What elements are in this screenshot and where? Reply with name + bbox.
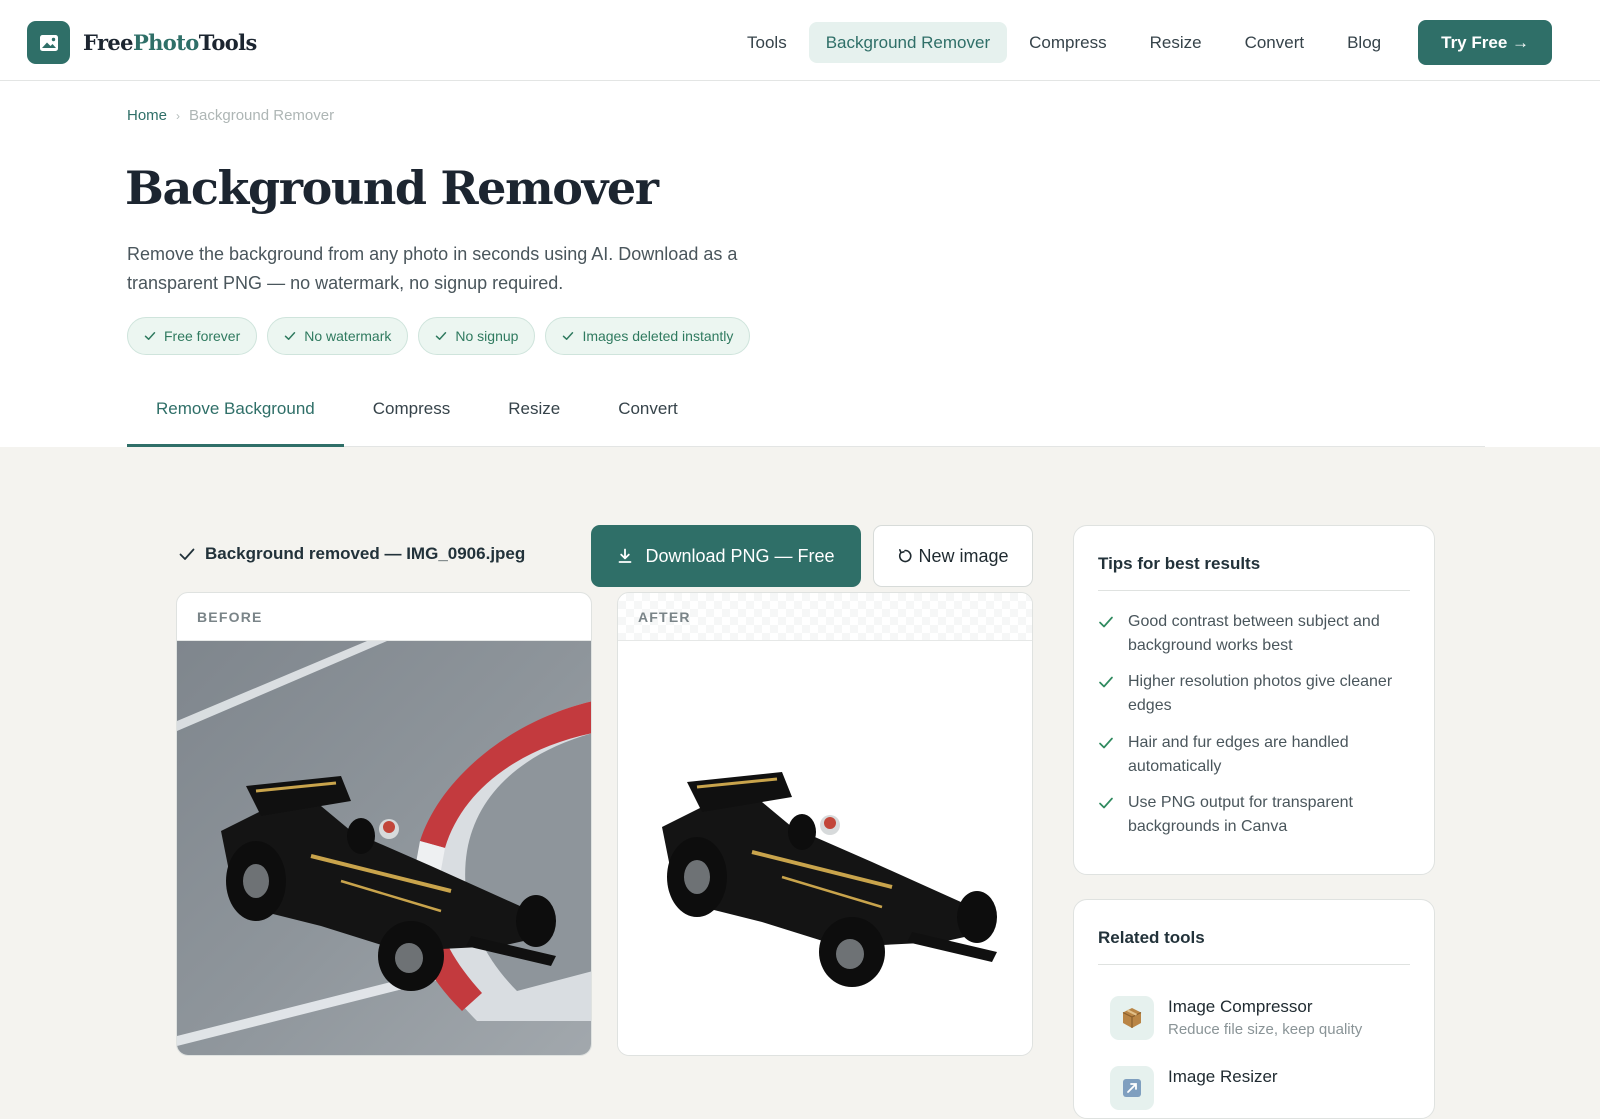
tips-title: Tips for best results (1098, 554, 1261, 573)
check-icon (179, 548, 195, 560)
nav-convert[interactable]: Convert (1224, 22, 1326, 63)
badge-label: No watermark (304, 328, 392, 344)
after-panel: AFTER (617, 592, 1033, 1056)
badge-no-signup: No signup (418, 317, 536, 355)
hero-section: Home › Background Remover Background Rem… (0, 81, 1600, 447)
check-icon (1099, 797, 1113, 809)
logo-wordmark: FreePhotoTools (83, 30, 257, 55)
nav-compress[interactable]: Compress (1008, 22, 1127, 63)
site-logo[interactable]: FreePhotoTools (27, 21, 257, 64)
page-title: Background Remover (125, 161, 659, 215)
related-tool-name: Image Compressor (1168, 997, 1313, 1016)
main-nav: Tools Background Remover Compress Resize… (725, 20, 1552, 65)
after-label: AFTER (618, 593, 1032, 641)
nav-blog[interactable]: Blog (1326, 22, 1402, 63)
nav-tools[interactable]: Tools (726, 22, 808, 63)
check-icon (144, 332, 156, 340)
check-icon (563, 332, 574, 340)
related-tools-card: Related tools Image Compressor Reduce fi… (1073, 899, 1435, 1119)
status-text: Background removed — IMG_0906.jpeg (205, 544, 526, 563)
tab-compress[interactable]: Compress (344, 383, 479, 447)
refresh-icon (899, 549, 912, 563)
nav-background-remover[interactable]: Background Remover (808, 22, 1008, 63)
site-header: FreePhotoTools Tools Background Remover … (0, 0, 1600, 81)
after-image (618, 641, 1032, 1055)
tip-item: Hair and fur edges are handled automatic… (1098, 731, 1418, 779)
feature-badges: Free forever No watermark No signup Imag… (127, 317, 760, 355)
status-message: Background removed — IMG_0906.jpeg (178, 544, 525, 564)
related-title: Related tools (1098, 928, 1205, 947)
check-icon (1099, 676, 1113, 688)
download-label: Download PNG — Free (645, 545, 835, 566)
badge-label: Images deleted instantly (582, 328, 734, 344)
tip-text: Use PNG output for transparent backgroun… (1128, 794, 1353, 835)
tab-remove-background[interactable]: Remove Background (127, 383, 344, 447)
related-tool-image-resizer[interactable]: Image Resizer (1110, 1066, 1278, 1110)
check-icon (436, 332, 447, 340)
before-image (177, 641, 591, 1055)
breadcrumb-home[interactable]: Home (127, 107, 167, 124)
resize-icon (1110, 1066, 1154, 1110)
related-tool-name: Image Resizer (1168, 1067, 1278, 1086)
tip-item: Higher resolution photos give cleaner ed… (1098, 670, 1418, 718)
package-icon (1110, 996, 1154, 1040)
download-icon (619, 548, 632, 563)
new-image-button[interactable]: New image (873, 525, 1033, 587)
check-icon (285, 332, 296, 340)
badge-label: Free forever (164, 328, 241, 344)
tip-text: Hair and fur edges are handled automatic… (1128, 734, 1349, 775)
before-panel: BEFORE (176, 592, 592, 1056)
divider (1098, 590, 1410, 591)
badge-no-watermark: No watermark (267, 317, 409, 355)
breadcrumb: Home › Background Remover (127, 107, 334, 124)
try-free-button[interactable]: Try Free → (1418, 20, 1552, 65)
tip-item: Use PNG output for transparent backgroun… (1098, 791, 1418, 839)
related-tool-image-compressor[interactable]: Image Compressor Reduce file size, keep … (1110, 996, 1362, 1042)
new-image-label: New image (918, 545, 1009, 566)
image-icon (27, 21, 70, 64)
badge-images-deleted: Images deleted instantly (545, 317, 751, 355)
tips-card: Tips for best results Good contrast betw… (1073, 525, 1435, 875)
check-icon (1099, 616, 1113, 628)
breadcrumb-current: Background Remover (189, 107, 335, 124)
tip-text: Good contrast between subject and backgr… (1128, 613, 1380, 654)
divider (1098, 964, 1410, 965)
breadcrumb-separator: › (176, 108, 181, 123)
badge-free-forever: Free forever (127, 317, 258, 355)
related-tool-desc: Reduce file size, keep quality (1168, 1021, 1363, 1038)
tab-convert[interactable]: Convert (589, 383, 707, 447)
page-subtitle: Remove the background from any photo in … (127, 244, 738, 293)
check-icon (1099, 737, 1113, 749)
before-label: BEFORE (177, 593, 591, 641)
tip-item: Good contrast between subject and backgr… (1098, 610, 1418, 658)
tip-text: Higher resolution photos give cleaner ed… (1128, 673, 1393, 714)
tool-tabs: Remove Background Compress Resize Conver… (127, 383, 1485, 447)
nav-resize[interactable]: Resize (1129, 22, 1223, 63)
download-png-button[interactable]: Download PNG — Free (591, 525, 861, 587)
badge-label: No signup (455, 328, 519, 344)
tab-resize[interactable]: Resize (479, 383, 589, 447)
